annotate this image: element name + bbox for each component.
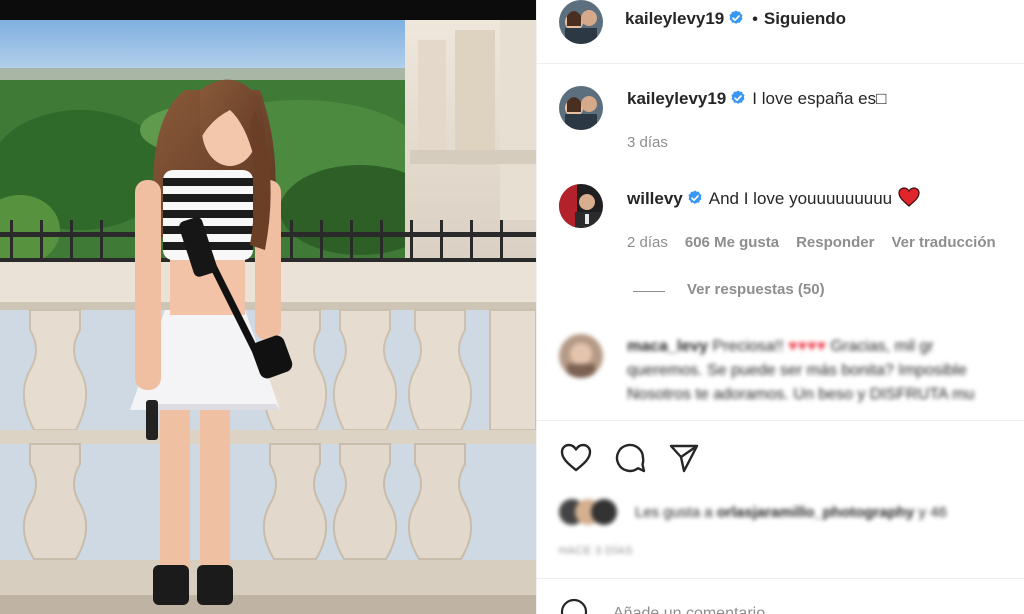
blurred-username[interactable]: maca_levy <box>627 338 708 355</box>
photo-top-bar <box>0 0 536 20</box>
comment-row: willevy And I love youuuuuuuuu 2 días 606 … <box>537 184 1024 304</box>
follow-status-button[interactable]: Siguiendo <box>764 9 846 28</box>
verified-badge-icon <box>730 90 746 106</box>
comment-likes[interactable]: 606 Me gusta <box>685 234 779 251</box>
blurred-comment-row: maca_levy Preciosa!! ♥♥♥♥ Gracias, mil g… <box>537 330 1024 418</box>
post-side-panel: kaileylevy19 • Siguiendo kaileylevy19 I lov… <box>536 0 1024 614</box>
blurred-avatar[interactable] <box>559 334 603 378</box>
share-icon[interactable] <box>667 441 701 475</box>
comment-icon[interactable] <box>613 441 647 475</box>
verified-badge-icon <box>728 10 744 26</box>
comment-time: 2 días <box>627 234 668 251</box>
author-username[interactable]: kaileylevy19 <box>625 9 724 28</box>
comment-meta: 2 días 606 Me gusta Responder Ver traducció… <box>627 234 1013 251</box>
blurred-hearts: ♥♥♥♥ <box>788 338 827 355</box>
comment-text: And I love youuuuuuuuu <box>708 189 893 208</box>
likes-prefix: Les gusta a <box>635 504 713 521</box>
heart-outline-icon[interactable] <box>559 441 593 475</box>
post-image <box>0 20 536 614</box>
caption-text: I love españa es□ <box>752 89 887 108</box>
caption-time: 3 días <box>627 134 668 151</box>
comment-avatar[interactable] <box>559 184 603 228</box>
add-comment-input[interactable]: Añade un comentario... <box>613 603 778 614</box>
heart-emoji-icon <box>898 187 920 207</box>
liked-by-row: Les gusta a orlasjaramillo_photography y… <box>559 499 1024 529</box>
comment-username[interactable]: willevy <box>627 189 683 208</box>
post-header: kaileylevy19 • Siguiendo <box>537 0 1024 64</box>
separator-dot: • <box>752 11 758 28</box>
blurred-line3: Nosotros te adoramos. Un beso y DISFRUTA… <box>627 386 975 403</box>
likes-user[interactable]: orlasjaramillo_photography <box>717 504 915 521</box>
blurred-line1: Preciosa!! <box>712 338 784 355</box>
replies-line <box>633 291 665 292</box>
likes-suffix: y 46 <box>918 504 947 521</box>
emoji-icon[interactable] <box>559 597 589 614</box>
translate-link[interactable]: Ver traducción <box>891 234 995 251</box>
blurred-line1-rest: Gracias, mil gr <box>830 338 934 355</box>
caption-username[interactable]: kaileylevy19 <box>627 89 726 108</box>
post-photo[interactable] <box>0 0 536 614</box>
caption-avatar[interactable] <box>559 86 603 130</box>
view-replies-link[interactable]: Ver respuestas (50) <box>687 281 825 298</box>
verified-badge-icon <box>687 190 703 206</box>
reply-link[interactable]: Responder <box>796 234 874 251</box>
blurred-line2: queremos. Se puede ser más bonita? Impos… <box>627 362 967 379</box>
post-time: HACE 3 DÍAS <box>559 545 633 557</box>
add-comment-bar: Añade un comentario... <box>537 578 1024 614</box>
caption-row: kaileylevy19 I love españa es□ 3 días <box>537 86 1024 166</box>
author-avatar[interactable] <box>559 0 603 44</box>
